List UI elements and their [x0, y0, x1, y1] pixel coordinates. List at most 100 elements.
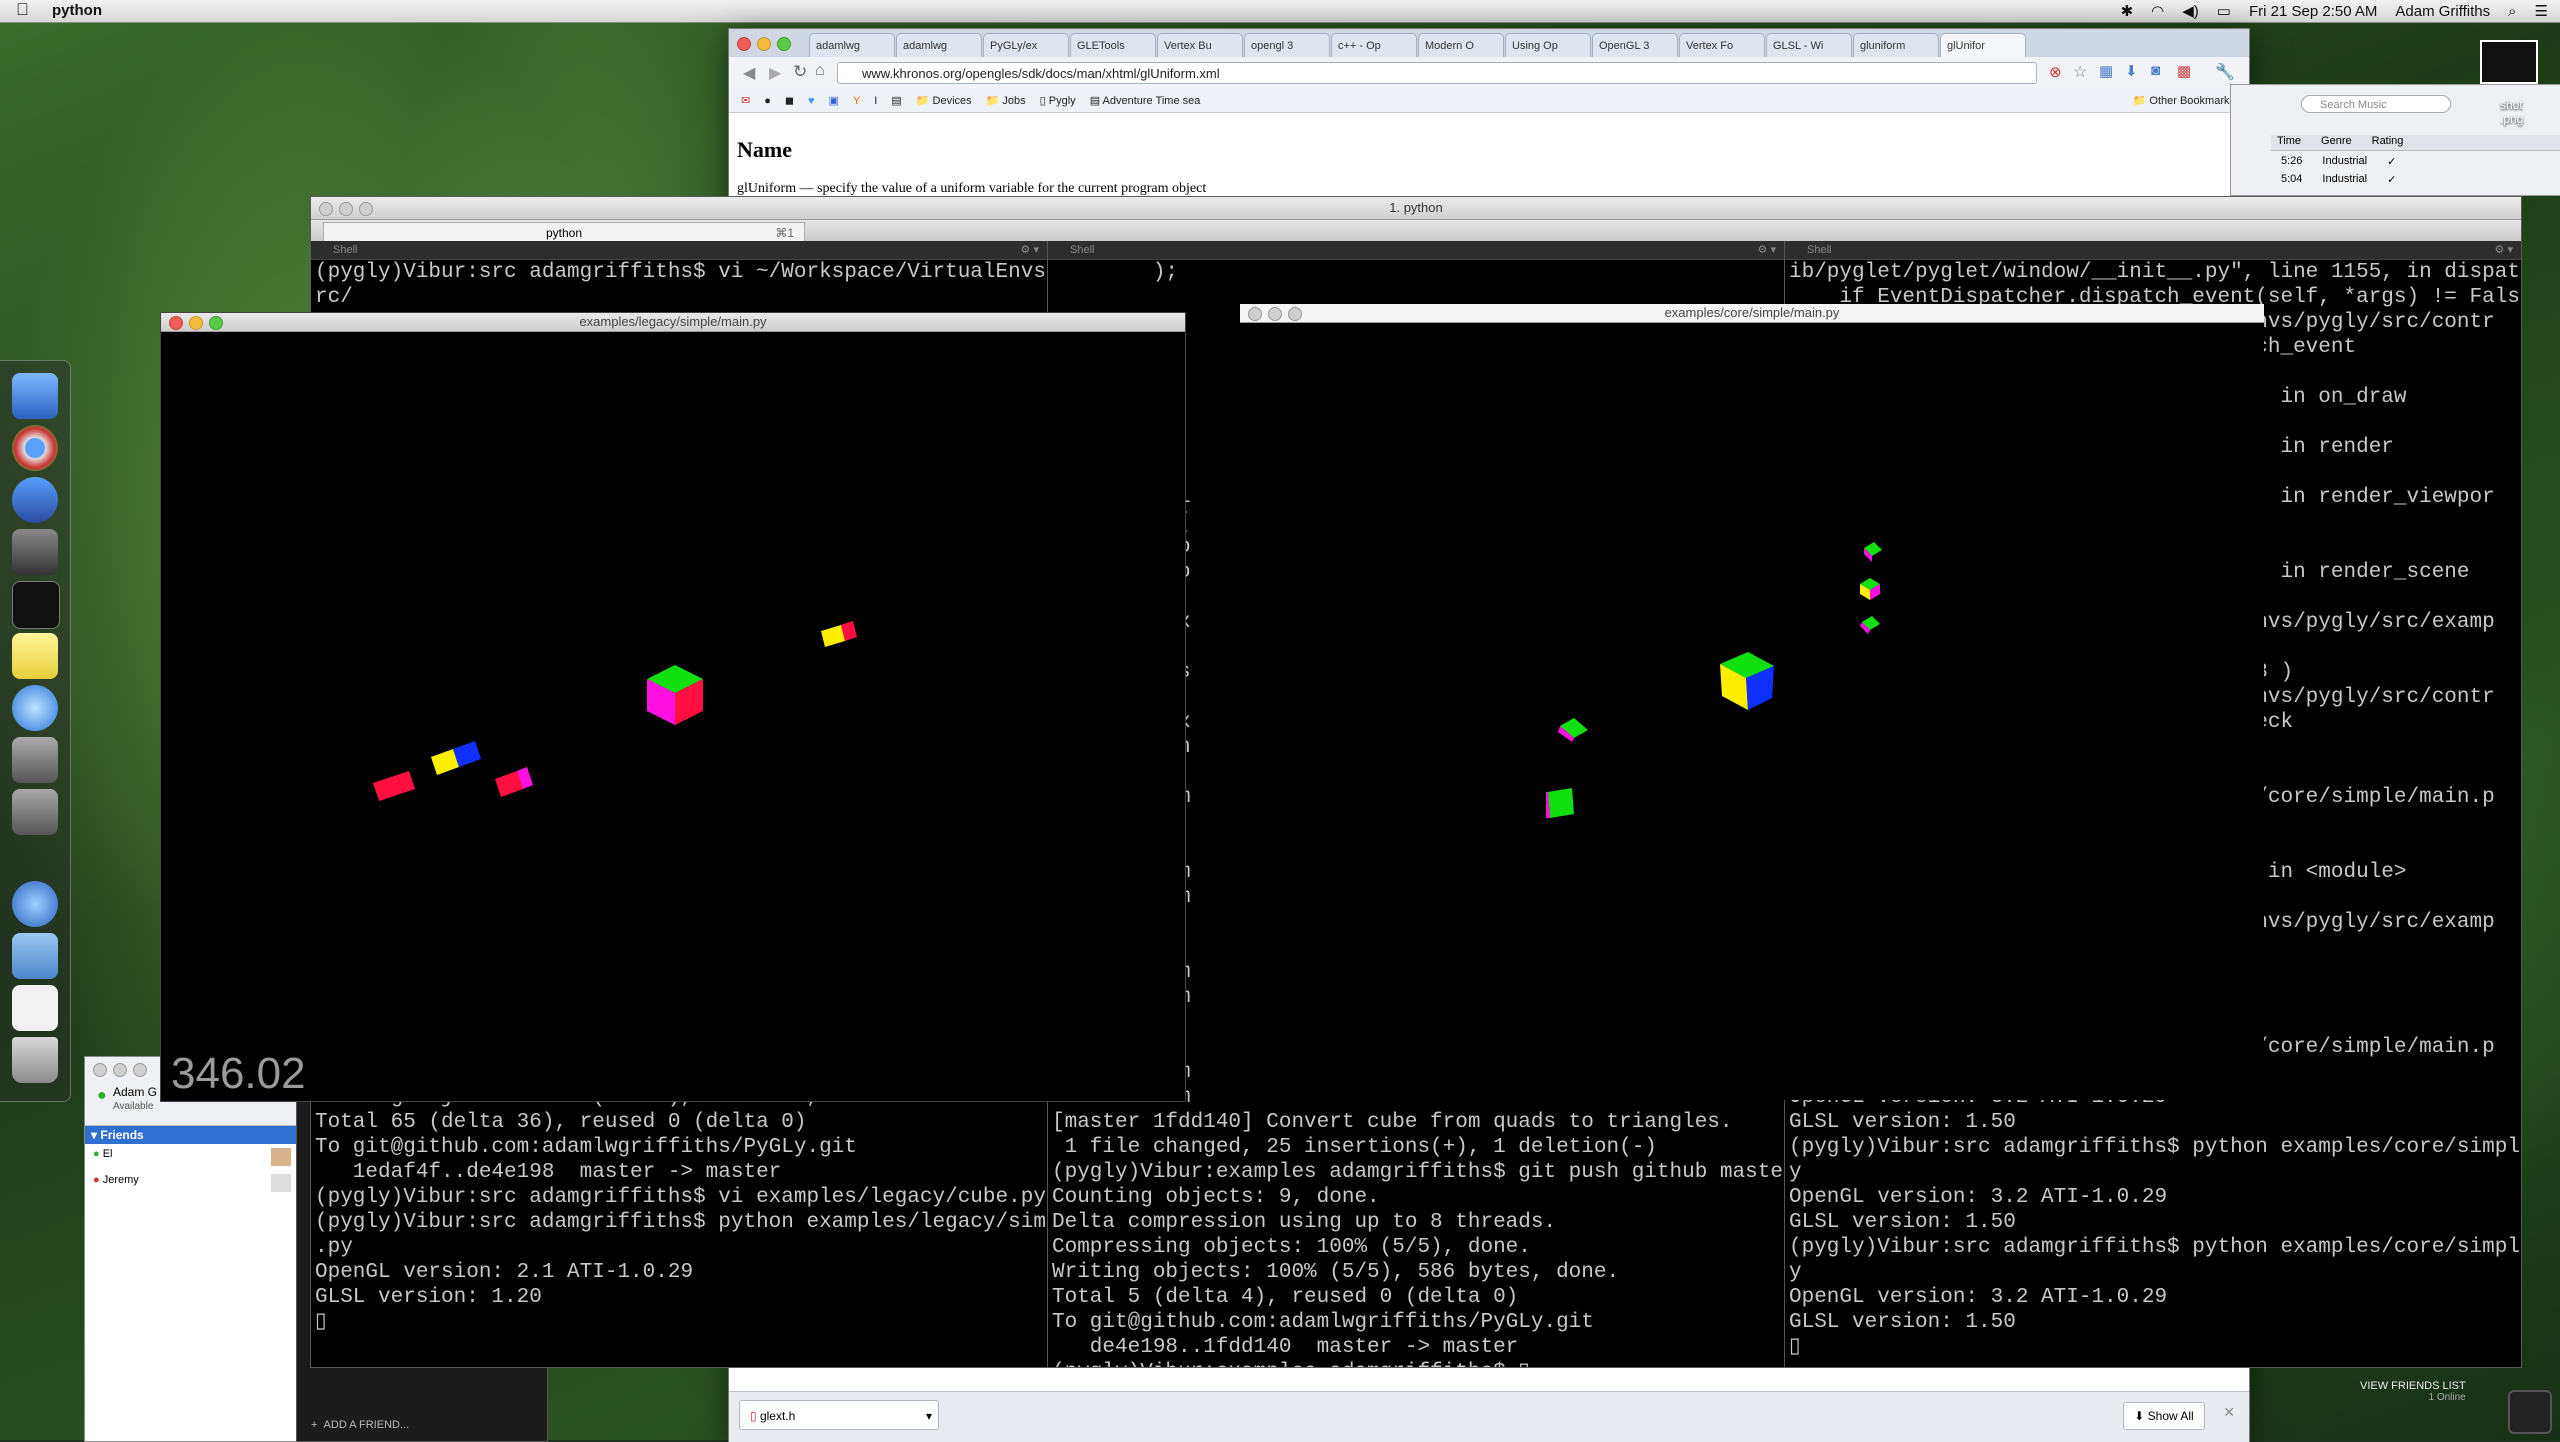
gear-icon[interactable]: ⚙ ▾	[1758, 241, 1776, 259]
list-item[interactable]: ● Jeremy	[85, 1170, 299, 1196]
gear-icon[interactable]: ⚙ ▾	[2495, 241, 2513, 259]
download-item[interactable]: ▯ glext.h ▾	[739, 1400, 939, 1430]
browser-tab[interactable]: GLETools	[1070, 33, 1156, 57]
browser-tab[interactable]: Vertex Fo	[1679, 33, 1765, 57]
browser-tab[interactable]: Vertex Bu	[1157, 33, 1243, 57]
close-button[interactable]	[93, 1063, 107, 1077]
track-check[interactable]: ✓	[2387, 173, 2396, 186]
adium-icon[interactable]	[12, 477, 58, 523]
browser-tab[interactable]: Modern O	[1418, 33, 1504, 57]
browser-tab[interactable]: c++ - Op	[1331, 33, 1417, 57]
minimize-button[interactable]	[339, 202, 353, 216]
track-check[interactable]: ✓	[2387, 155, 2396, 168]
minimize-button[interactable]	[113, 1063, 127, 1077]
browser-tab[interactable]: gluniform	[1853, 33, 1939, 57]
zoom-button[interactable]	[133, 1063, 147, 1077]
finder-icon[interactable]	[12, 373, 58, 419]
zoom-button[interactable]	[209, 316, 223, 330]
chat-app-icon[interactable]	[2508, 1390, 2552, 1434]
app-window-icon-2[interactable]	[12, 789, 58, 835]
volume-icon[interactable]: ◀)	[2182, 2, 2199, 20]
zoom-button[interactable]	[359, 202, 373, 216]
close-button[interactable]	[737, 37, 751, 51]
browser-tab[interactable]: PyGLy/ex	[983, 33, 1069, 57]
extension-icon[interactable]: ▦	[2099, 62, 2113, 80]
gl-window-legacy[interactable]: examples/legacy/simple/main.py 346.02	[160, 312, 1186, 1102]
zoom-button[interactable]	[1288, 307, 1302, 321]
chat-status[interactable]: Available	[113, 1101, 153, 1112]
spotlight-icon[interactable]: ⌕	[2508, 3, 2516, 20]
close-button[interactable]	[319, 202, 333, 216]
column-header[interactable]: Time	[2277, 135, 2301, 150]
itunes-icon[interactable]	[12, 685, 58, 731]
close-button[interactable]	[1248, 307, 1262, 321]
wifi-icon[interactable]: ◠	[2151, 2, 2164, 20]
add-friend-button[interactable]: + ADD A FRIEND...	[311, 1419, 409, 1431]
chevron-down-icon[interactable]: ▾	[926, 1401, 932, 1431]
url-bar[interactable]: www.khronos.org/opengles/sdk/docs/man/xh…	[837, 62, 2037, 84]
menubar-clock[interactable]: Fri 21 Sep 2:50 AM	[2249, 3, 2377, 20]
back-icon[interactable]: ◀	[743, 63, 755, 83]
twitter-icon[interactable]: ♥	[808, 95, 815, 107]
battery-icon[interactable]: ▭	[2217, 2, 2231, 20]
github-icon[interactable]: ●	[764, 95, 771, 107]
gear-icon[interactable]: ⚙ ▾	[1021, 241, 1039, 259]
rss-icon[interactable]: ▩	[2177, 62, 2191, 80]
minimize-button[interactable]	[757, 37, 771, 51]
browser-tab[interactable]: Using Op	[1505, 33, 1591, 57]
browser-tab[interactable]: opengl 3	[1244, 33, 1330, 57]
reload-icon[interactable]: ↻	[793, 62, 807, 82]
minimize-button[interactable]	[189, 316, 203, 330]
stop-icon[interactable]: ⊗	[2049, 63, 2062, 81]
bluetooth-icon[interactable]: ✱	[2121, 2, 2134, 20]
list-item[interactable]: ● El	[85, 1144, 299, 1170]
home-icon[interactable]: ⌂	[815, 62, 825, 80]
table-row[interactable]: 5:26 Industrial ✓	[2271, 155, 2396, 168]
download-extension-icon[interactable]: ⬇	[2125, 62, 2138, 80]
gmail-icon[interactable]: ✉	[741, 94, 750, 107]
close-button[interactable]	[169, 316, 183, 330]
bookmark-devices[interactable]: 📁 Devices	[916, 94, 972, 107]
browser-tab[interactable]: glUnifor	[1940, 33, 2026, 57]
forward-icon[interactable]: ▶	[769, 63, 781, 83]
terminal-tab[interactable]: python ⌘1	[323, 222, 805, 243]
app-window-icon[interactable]	[12, 737, 58, 783]
view-friends-list-button[interactable]: VIEW FRIENDS LIST 1 Online	[2360, 1380, 2466, 1403]
instapaper-icon[interactable]: I	[874, 95, 877, 107]
friends-group-header[interactable]: ▾ Friends	[85, 1126, 299, 1144]
chrome-icon[interactable]	[12, 425, 58, 471]
downloads-stack-icon[interactable]	[12, 881, 58, 927]
browser-tab[interactable]: adamlwg	[809, 33, 895, 57]
notifications-icon[interactable]: ☰	[2535, 2, 2548, 20]
stickies-icon[interactable]	[12, 633, 58, 679]
terminal-icon[interactable]	[12, 581, 60, 629]
other-bookmarks[interactable]: 📁 Other Bookmarks	[2133, 94, 2235, 107]
trash-icon[interactable]	[12, 1037, 58, 1083]
screenshot-file-icon[interactable]	[2480, 40, 2538, 84]
apple-menu-icon[interactable]: 	[16, 0, 29, 20]
browser-tab[interactable]: GLSL - Wi	[1766, 33, 1852, 57]
bookmark-pygly[interactable]: ▯ Pygly	[1040, 94, 1076, 107]
column-header[interactable]: Rating	[2372, 135, 2404, 150]
table-row[interactable]: 5:04 Industrial ✓	[2271, 173, 2396, 186]
minimize-button[interactable]	[1268, 307, 1282, 321]
wrench-icon[interactable]: 🔧	[2215, 62, 2235, 82]
hackernews-icon[interactable]: Y	[853, 95, 860, 107]
extension-icon-2[interactable]: ◙	[2151, 62, 2160, 79]
bookmark-star-icon[interactable]: ☆	[2073, 62, 2087, 82]
column-header[interactable]: Genre	[2321, 135, 2352, 150]
documents-folder-icon[interactable]	[12, 933, 58, 979]
music-search-input[interactable]: Search Music	[2301, 95, 2451, 113]
show-all-button[interactable]: ⬇ Show All	[2123, 1402, 2205, 1430]
close-icon[interactable]: ✕	[2223, 1404, 2235, 1421]
gl-window-core[interactable]: examples/core/simple/main.py	[1240, 304, 2264, 1100]
bookmark-icon-2[interactable]: ▤	[891, 94, 901, 107]
steam-icon[interactable]	[12, 529, 58, 575]
document-stack-icon[interactable]	[12, 985, 58, 1031]
zoom-button[interactable]	[777, 37, 791, 51]
app-menu-name[interactable]: python	[52, 2, 102, 19]
linkedin-icon[interactable]: ▣	[829, 94, 839, 107]
browser-tab[interactable]: OpenGL 3	[1592, 33, 1678, 57]
menubar-user[interactable]: Adam Griffiths	[2395, 3, 2490, 20]
bookmark-jobs[interactable]: 📁 Jobs	[986, 94, 1026, 107]
